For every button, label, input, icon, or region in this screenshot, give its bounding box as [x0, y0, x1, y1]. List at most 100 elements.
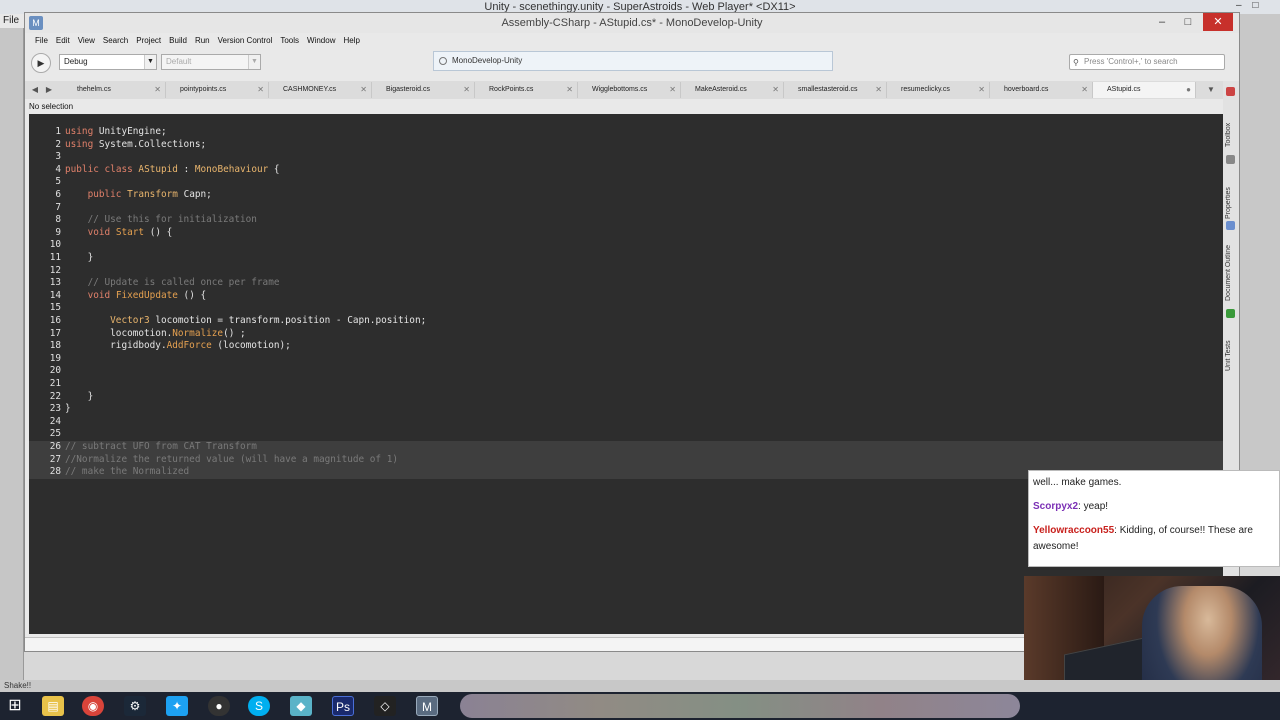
tab-bigasteroid[interactable]: Bigasteroid.cs ✕ [372, 82, 475, 98]
code-line[interactable]: 26 // subtract UFO from CAT Transform [29, 441, 1223, 454]
code-line[interactable]: 24 [29, 416, 1223, 429]
chrome-icon[interactable]: ◉ [82, 696, 104, 716]
chat-text: yeap! [1083, 501, 1109, 512]
monodevelop-icon[interactable]: M [416, 696, 438, 716]
close-tab-icon[interactable]: ✕ [463, 82, 470, 98]
code-line[interactable]: 19 [29, 353, 1223, 366]
tab-wigglebottoms[interactable]: Wigglebottoms.cs ✕ [578, 82, 681, 98]
tab-hoverboard[interactable]: hoverboard.cs ✕ [990, 82, 1093, 98]
code-line[interactable]: 20 [29, 365, 1223, 378]
line-number: 7 [55, 201, 61, 213]
photoshop-icon[interactable]: Ps [332, 696, 354, 716]
line-number: 16 [49, 315, 61, 326]
code-line[interactable]: 18 rigidbody.AddForce (locomotion); [29, 340, 1223, 353]
platform-select[interactable]: Default ▼ [161, 54, 261, 70]
window-titlebar: M Assembly-CSharp - AStupid.cs* - MonoDe… [25, 13, 1239, 33]
code-line[interactable]: 13 // Update is called once per frame [29, 277, 1223, 290]
close-tab-icon[interactable]: ✕ [360, 82, 367, 98]
menu-help[interactable]: Help [339, 33, 363, 49]
tabs-next-icon[interactable]: ▶ [43, 81, 55, 99]
tab-astupid[interactable]: AStupid.cs ● [1093, 82, 1196, 98]
unity-minimize-icon[interactable]: – [1236, 0, 1242, 11]
minimize-button[interactable]: – [1151, 13, 1173, 31]
close-tab-icon[interactable]: ✕ [257, 82, 264, 98]
code-line[interactable]: 1 using UnityEngine; [29, 126, 1223, 139]
pad-toolbox[interactable]: Toolbox [1225, 99, 1237, 147]
code-line[interactable]: 8 // Use this for initialization [29, 214, 1223, 227]
code-line[interactable]: 10 [29, 239, 1223, 252]
skype-icon[interactable]: S [248, 696, 270, 716]
taskbar-decoration [460, 694, 1020, 718]
code-line[interactable]: 4 public class AStupid : MonoBehaviour { [29, 164, 1223, 177]
code-line[interactable]: 12 [29, 265, 1223, 278]
code-line[interactable]: 16 Vector3 locomotion = transform.positi… [29, 315, 1223, 328]
unity-maximize-icon[interactable]: □ [1252, 0, 1258, 11]
line-code: using System.Collections; [65, 138, 207, 150]
tab-makeasteroid[interactable]: MakeAsteroid.cs ✕ [681, 82, 784, 98]
file-explorer-icon[interactable]: ▤ [42, 696, 64, 716]
unity-project-strip[interactable] [2, 368, 22, 378]
tab-cashmoney[interactable]: CASHMONEY.cs ✕ [269, 82, 372, 98]
close-tab-icon[interactable]: ✕ [566, 82, 573, 98]
tab-pointypoints[interactable]: pointypoints.cs ✕ [166, 82, 269, 98]
document-outline-icon [1226, 221, 1235, 230]
menu-window[interactable]: Window [303, 33, 339, 49]
tab-thehelm[interactable]: thehelm.cs ✕ [63, 82, 166, 98]
code-line[interactable]: 11 } [29, 252, 1223, 265]
menu-search[interactable]: Search [99, 33, 132, 49]
menu-file[interactable]: File [31, 33, 52, 49]
close-tab-icon[interactable]: ✕ [875, 82, 882, 98]
twitter-icon[interactable]: ✦ [166, 696, 188, 716]
close-tab-icon[interactable]: ● [1186, 82, 1191, 98]
steam-icon[interactable]: ⚙ [124, 696, 146, 716]
tabs-prev-icon[interactable]: ◀ [29, 81, 41, 99]
code-line[interactable]: 14 void FixedUpdate () { [29, 290, 1223, 303]
tab-smallestasteroid[interactable]: smallestasteroid.cs ✕ [784, 82, 887, 98]
close-tab-icon[interactable]: ✕ [1081, 82, 1088, 98]
code-line[interactable]: 9 void Start () { [29, 227, 1223, 240]
windows-icon[interactable]: ⊞ [4, 696, 26, 716]
code-line[interactable]: 17 locomotion.Normalize() ; [29, 328, 1223, 341]
code-line[interactable]: 21 [29, 378, 1223, 391]
pad-properties[interactable]: Properties [1225, 167, 1237, 219]
code-line[interactable]: 23} [29, 403, 1223, 416]
pad-document-outline[interactable]: Document Outline [1225, 231, 1237, 301]
unity-menu-file[interactable]: File [0, 14, 24, 28]
code-line[interactable]: 22 } [29, 391, 1223, 404]
menu-build[interactable]: Build [165, 33, 191, 49]
close-tab-icon[interactable]: ✕ [772, 82, 779, 98]
close-tab-icon[interactable]: ✕ [669, 82, 676, 98]
close-tab-icon[interactable]: ✕ [978, 82, 985, 98]
code-line[interactable]: 3 [29, 151, 1223, 164]
obs-icon[interactable]: ● [208, 696, 230, 716]
unity-console-strip[interactable] [2, 588, 22, 598]
code-line[interactable]: 25 [29, 428, 1223, 441]
menu-edit[interactable]: Edit [52, 33, 74, 49]
configuration-select[interactable]: Debug ▼ [59, 54, 157, 70]
menu-run[interactable]: Run [191, 33, 214, 49]
search-input[interactable]: ⚲ Press 'Control+,' to search [1069, 54, 1225, 70]
menu-version-control[interactable]: Version Control [214, 33, 277, 49]
unity-icon[interactable]: ◇ [374, 696, 396, 716]
unity-window-controls[interactable]: – □ [1236, 0, 1280, 14]
unity-hierarchy-strip[interactable] [2, 48, 22, 58]
tab-resumeclicky[interactable]: resumeclicky.cs ✕ [887, 82, 990, 98]
close-tab-icon[interactable]: ✕ [154, 82, 161, 98]
pad-unit-tests[interactable]: Unit Tests [1225, 321, 1237, 371]
code-line[interactable]: 27 //Normalize the returned value (will h… [29, 453, 1223, 467]
code-line[interactable]: 7 [29, 202, 1223, 215]
menu-view[interactable]: View [74, 33, 99, 49]
menu-project[interactable]: Project [132, 33, 165, 49]
code-line[interactable]: 15 [29, 302, 1223, 315]
menu-tools[interactable]: Tools [276, 33, 303, 49]
tab-rockpoints[interactable]: RockPoints.cs ✕ [475, 82, 578, 98]
close-button[interactable]: ✕ [1203, 13, 1233, 31]
maximize-button[interactable]: □ [1177, 13, 1199, 31]
run-button[interactable]: ▶ [31, 53, 51, 73]
line-code: using UnityEngine; [65, 126, 167, 137]
tabs-dropdown-icon[interactable]: ▼ [1205, 81, 1217, 99]
code-line[interactable]: 2 using System.Collections; [29, 139, 1223, 152]
code-line[interactable]: 6 public Transform Capn; [29, 189, 1223, 202]
sketch-icon[interactable]: ◆ [290, 696, 312, 716]
code-line[interactable]: 5 [29, 176, 1223, 189]
